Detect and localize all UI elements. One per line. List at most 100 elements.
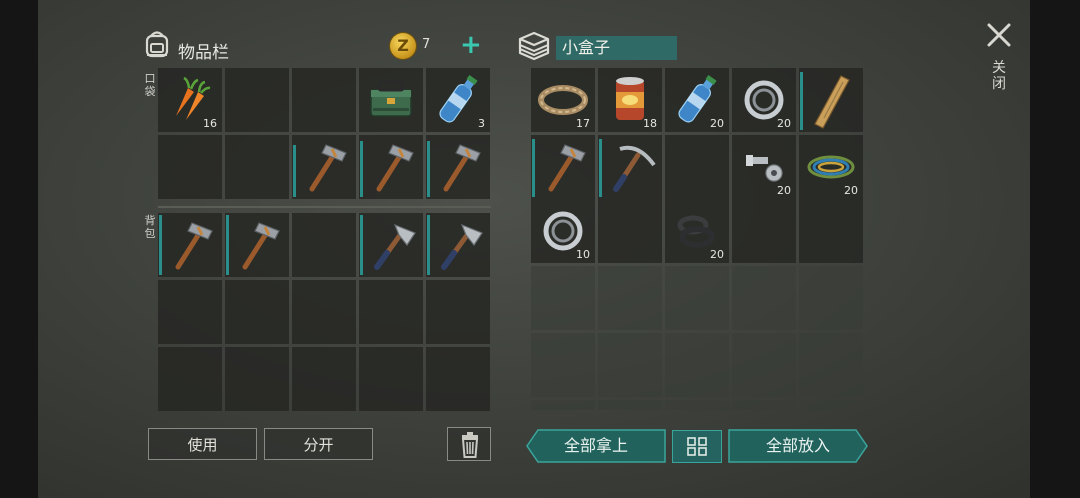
pocket-slot[interactable] [158,135,222,199]
container-slot-locked[interactable] [732,266,796,330]
coin-icon: Z [390,33,416,59]
pocket-slot[interactable]: 3 [426,68,490,132]
split-button[interactable]: 分开 [264,428,373,460]
container-slot[interactable] [799,199,863,263]
close-icon[interactable] [986,22,1012,48]
backpack-slot[interactable] [292,213,356,277]
container-slot[interactable] [799,68,863,132]
backpack-slot[interactable] [225,213,289,277]
hatchet-icon [441,223,483,270]
container-slot[interactable]: 20 [665,199,729,263]
screen-edge-left [0,0,38,498]
container-slot[interactable]: 10 [531,199,595,263]
backpack-slot[interactable] [292,347,356,411]
backpack-slot[interactable] [359,213,423,277]
backpack-slot[interactable] [225,347,289,411]
toolbox-icon [370,80,412,117]
backpack-label: 背包 [144,214,156,240]
item-quantity: 18 [643,117,657,130]
stone-hammer-icon [443,144,481,192]
durability-bar [226,215,229,275]
trash-icon [461,432,479,458]
item-quantity: 20 [777,117,791,130]
container-slot-locked[interactable] [799,266,863,330]
item-quantity: 20 [844,184,858,197]
pocket-slot[interactable] [225,68,289,132]
container-slot[interactable]: 20 [732,68,796,132]
durability-bar [427,215,430,275]
pocket-slot[interactable] [426,135,490,199]
durability-bar [360,141,363,197]
backpack-slot[interactable] [359,280,423,344]
container-slot-locked[interactable] [531,333,595,397]
pocket-slot[interactable] [292,135,356,199]
container-slot-locked[interactable] [531,266,595,330]
pickaxe-icon [613,145,656,192]
container-slot[interactable] [598,199,662,263]
grid-sort-icon [687,437,707,456]
container-slot[interactable]: 20 [732,135,796,199]
put-all-button[interactable]: 全部放入 [728,429,868,463]
take-all-label: 全部拿上 [563,436,628,455]
item-quantity: 10 [576,248,590,261]
container-slot-locked[interactable] [598,266,662,330]
container-slot[interactable] [732,199,796,263]
durability-bar [800,72,803,130]
backpack-slot[interactable] [426,213,490,277]
container-slot-locked[interactable] [665,266,729,330]
stone-hammer-icon [175,222,213,270]
pocket-slot[interactable] [292,68,356,132]
backpack-slot[interactable] [426,347,490,411]
container-slot-locked [799,400,863,410]
backpack-slot[interactable] [359,347,423,411]
container-slot-locked[interactable] [732,333,796,397]
backpack-slot[interactable] [158,347,222,411]
trash-button[interactable] [447,427,491,461]
backpack-slot[interactable] [292,280,356,344]
container-slot[interactable]: 17 [531,68,595,132]
container-slot-locked [732,400,796,410]
container-slot-locked[interactable] [665,333,729,397]
use-button[interactable]: 使用 [148,428,257,460]
container-slot-locked [598,400,662,410]
container-slot-locked[interactable] [799,333,863,397]
hatchet-icon [374,223,416,270]
durability-bar [159,215,162,275]
container-slot-locked[interactable] [598,333,662,397]
box-icon [518,31,550,61]
container-slot-locked [665,400,729,410]
put-all-label: 全部放入 [765,436,830,455]
item-quantity: 3 [478,117,485,130]
pocket-slot[interactable] [225,135,289,199]
pockets-label: 口袋 [144,72,156,98]
container-slot[interactable]: 20 [799,135,863,199]
container-name[interactable]: 小盒子 [556,36,677,60]
container-slot[interactable]: 20 [665,68,729,132]
item-quantity: 17 [576,117,590,130]
inventory-screen: 物品栏 Z 7 + 小盒子 关闭 口袋 背包 16 3 17 18 20 20 … [0,0,1080,498]
container-slot-locked [531,400,595,410]
pocket-slot[interactable]: 16 [158,68,222,132]
container-slot[interactable] [598,135,662,199]
backpack-slot[interactable] [158,213,222,277]
item-quantity: 20 [710,248,724,261]
container-slot[interactable] [531,135,595,199]
durability-bar [427,141,430,197]
durability-bar [293,145,296,197]
pocket-slot[interactable] [359,135,423,199]
container-slot[interactable] [665,135,729,199]
container-slot[interactable]: 18 [598,68,662,132]
take-all-button[interactable]: 全部拿上 [526,429,666,463]
pocket-slot[interactable] [359,68,423,132]
close-label[interactable]: 关闭 [990,60,1008,92]
backpack-slot[interactable] [225,280,289,344]
backpack-slot[interactable] [158,280,222,344]
add-coins-button[interactable]: + [460,32,482,58]
backpack-icon [145,31,169,58]
section-divider [158,206,491,208]
backpack-slot[interactable] [426,280,490,344]
screen-edge-right [1030,0,1080,498]
durability-bar [360,215,363,275]
sort-button[interactable] [672,430,722,463]
durability-bar [532,139,535,197]
